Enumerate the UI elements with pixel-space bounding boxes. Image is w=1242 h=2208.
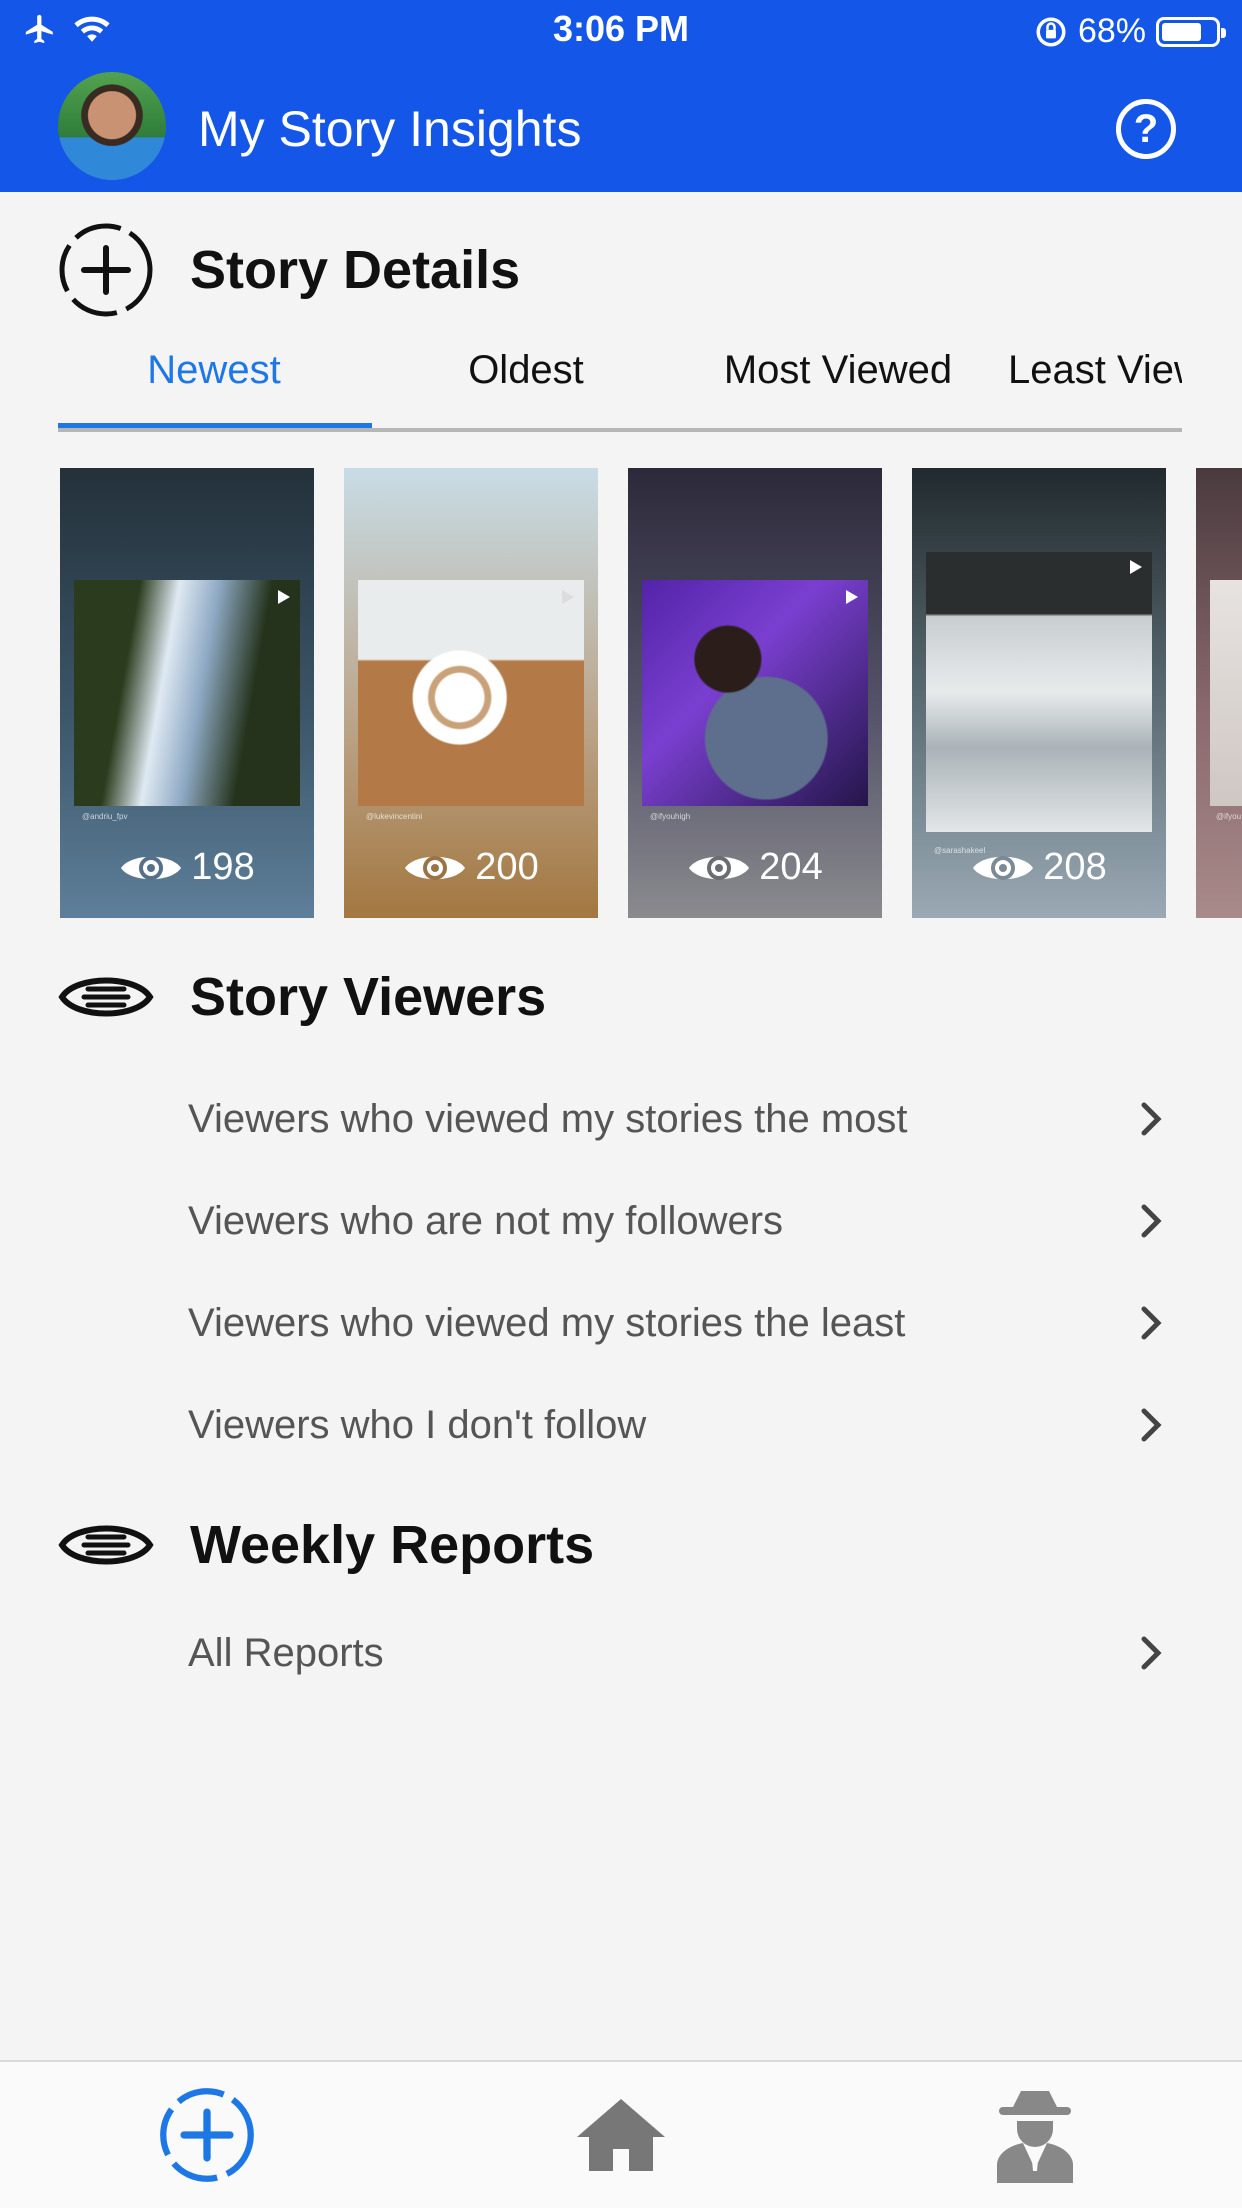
add-story-icon bbox=[59, 223, 153, 317]
eye-icon bbox=[405, 855, 466, 880]
app-header: 3:06 PM 68% My Story Insights ? bbox=[0, 0, 1242, 192]
story-carousel[interactable]: @andriu_fpv 198 @lukevincentini 200 @ify… bbox=[60, 468, 1242, 918]
story-media-coffee bbox=[358, 580, 584, 806]
avatar[interactable] bbox=[58, 72, 166, 180]
story-media-snow bbox=[926, 552, 1152, 832]
story-handle: @ifyou bbox=[1216, 812, 1242, 821]
add-story-icon bbox=[160, 2088, 254, 2182]
battery-percent: 68% bbox=[1077, 12, 1146, 50]
help-button[interactable]: ? bbox=[1116, 99, 1176, 159]
bottom-tab-bar bbox=[0, 2060, 1242, 2208]
eye-icon bbox=[58, 977, 154, 1017]
list-item-label: Viewers who I don't follow bbox=[188, 1402, 647, 1447]
list-item-label: Viewers who viewed my stories the least bbox=[188, 1300, 906, 1345]
story-thumbnail[interactable]: @andriu_fpv 198 bbox=[60, 468, 314, 918]
chevron-right-icon bbox=[1141, 1636, 1162, 1670]
story-media-waterfall bbox=[74, 580, 300, 806]
story-views: 200 bbox=[344, 846, 598, 889]
page-title: My Story Insights bbox=[198, 101, 582, 157]
story-thumbnail[interactable]: @lukevincentini 200 bbox=[344, 468, 598, 918]
story-viewers-title: Story Viewers bbox=[190, 967, 547, 1027]
list-item-least-viewers[interactable]: Viewers who viewed my stories the least bbox=[188, 1278, 1184, 1368]
view-count: 198 bbox=[191, 846, 255, 888]
story-sort-tabs: Newest Oldest Most Viewed Least Viewed bbox=[58, 340, 1182, 432]
tab-oldest[interactable]: Oldest bbox=[370, 348, 682, 393]
list-item-all-reports[interactable]: All Reports bbox=[188, 1608, 1184, 1698]
story-thumbnail[interactable]: @ifyou bbox=[1196, 468, 1242, 918]
chevron-right-icon bbox=[1141, 1306, 1162, 1340]
spy-icon bbox=[997, 2091, 1073, 2183]
nav-spy[interactable] bbox=[980, 2080, 1090, 2190]
tab-newest[interactable]: Newest bbox=[58, 348, 370, 393]
chevron-right-icon bbox=[1141, 1102, 1162, 1136]
view-count: 204 bbox=[759, 846, 823, 888]
story-views: 208 bbox=[912, 846, 1166, 889]
eye-icon bbox=[973, 855, 1034, 880]
story-thumbnail[interactable]: @ifyouhigh 204 bbox=[628, 468, 882, 918]
status-bar: 3:06 PM 68% bbox=[0, 0, 1242, 62]
play-icon bbox=[846, 590, 858, 604]
eye-icon bbox=[121, 855, 182, 880]
play-icon bbox=[562, 590, 574, 604]
list-item-label: All Reports bbox=[188, 1630, 384, 1675]
tab-least-viewed[interactable]: Least Viewed bbox=[994, 348, 1182, 393]
nav-add-story[interactable] bbox=[152, 2080, 262, 2190]
story-views: 204 bbox=[628, 846, 882, 889]
list-item-most-viewers[interactable]: Viewers who viewed my stories the most bbox=[188, 1074, 1184, 1164]
story-viewers-heading: Story Viewers bbox=[58, 966, 546, 1028]
chevron-right-icon bbox=[1141, 1408, 1162, 1442]
play-icon bbox=[278, 590, 290, 604]
story-views: 198 bbox=[60, 846, 314, 889]
story-handle: @ifyouhigh bbox=[650, 812, 691, 821]
home-icon bbox=[577, 2099, 665, 2171]
list-item-label: Viewers who are not my followers bbox=[188, 1198, 784, 1243]
story-media-partial bbox=[1210, 580, 1242, 806]
nav-home[interactable] bbox=[566, 2080, 676, 2190]
story-thumbnail[interactable]: @sarashakeel 208 bbox=[912, 468, 1166, 918]
battery-icon bbox=[1156, 16, 1226, 47]
view-count: 200 bbox=[475, 846, 539, 888]
weekly-reports-heading: Weekly Reports bbox=[58, 1514, 594, 1576]
list-item-label: Viewers who viewed my stories the most bbox=[188, 1096, 908, 1141]
eye-icon bbox=[689, 855, 750, 880]
tab-most-viewed[interactable]: Most Viewed bbox=[682, 348, 994, 393]
eye-icon bbox=[58, 1525, 154, 1565]
list-item-not-followers[interactable]: Viewers who are not my followers bbox=[188, 1176, 1184, 1266]
story-handle: @lukevincentini bbox=[366, 812, 423, 821]
play-icon bbox=[1130, 560, 1142, 574]
view-count: 208 bbox=[1043, 846, 1107, 888]
active-tab-indicator bbox=[58, 423, 372, 428]
chevron-right-icon bbox=[1141, 1204, 1162, 1238]
weekly-reports-title: Weekly Reports bbox=[190, 1515, 595, 1575]
story-details-title: Story Details bbox=[190, 240, 521, 300]
story-details-heading: Story Details bbox=[58, 222, 520, 318]
orientation-lock-icon bbox=[1036, 16, 1066, 47]
story-handle: @andriu_fpv bbox=[82, 812, 128, 821]
story-media-dancer bbox=[642, 580, 868, 806]
list-item-dont-follow[interactable]: Viewers who I don't follow bbox=[188, 1380, 1184, 1470]
